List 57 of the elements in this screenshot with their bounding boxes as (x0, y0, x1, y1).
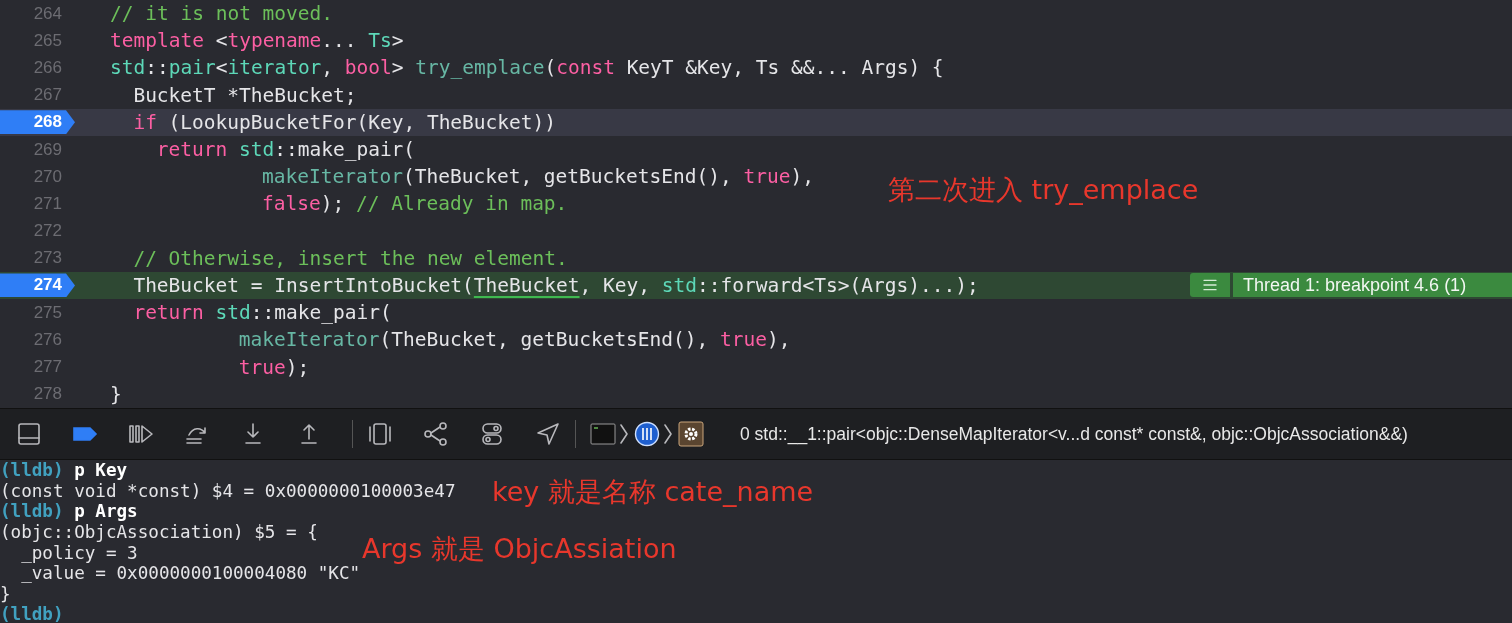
code-text: false); // Already in map. (261, 192, 568, 216)
view-hierarchy-icon[interactable] (367, 421, 393, 447)
code-text: } (110, 382, 122, 406)
chevron-icon (618, 421, 630, 447)
code-text: BucketT *TheBucket; (132, 83, 357, 107)
console-output: (objc::ObjcAssociation) $5 = { (0, 522, 318, 543)
console-output: (const void *const) $4 = 0x0000000100003e47 (0, 480, 456, 501)
line-number: 265 (32, 30, 62, 51)
code-text: if (LookupBucketFor(Key, TheBucket)) (132, 110, 557, 134)
annotation-note: 第二次进入 try_emplace (888, 173, 1199, 207)
console-output: _policy = 3 (20, 542, 138, 563)
console-command: p Args (74, 501, 138, 522)
code-text: makeIterator(TheBucket, getBucketsEnd(), true), (237, 328, 791, 352)
line-number: 270 (32, 166, 62, 187)
lldb-prompt: (lldb) (0, 460, 64, 481)
console-output: _value = 0x0000000100004080 "KC" (20, 563, 361, 584)
line-number: 269 (32, 139, 62, 160)
line-number: 268 (32, 112, 62, 133)
code-text: template <typename... Ts> (110, 29, 404, 53)
line-number: 264 (32, 3, 62, 24)
chevron-icon (662, 421, 674, 447)
line-number: 267 (32, 85, 62, 106)
line-number: 278 (32, 384, 62, 405)
gear-icon[interactable] (678, 421, 704, 447)
line-number: 272 (32, 221, 62, 242)
graph-icon[interactable] (423, 421, 449, 447)
stack-frame-label[interactable]: 0 std::__1::pair<objc::DenseMapIterator<v...d const* const&, objc::ObjcAssociation&&) (740, 423, 1408, 445)
terminal-icon[interactable] (590, 421, 616, 447)
line-number: 277 (32, 357, 62, 378)
line-number: 273 (32, 248, 62, 269)
line-number: 274 (32, 275, 62, 296)
breakpoint-marker[interactable]: 274 (0, 273, 75, 298)
location-arrow-icon[interactable] (535, 421, 561, 447)
thread-icon[interactable] (634, 421, 660, 447)
code-text: true); (237, 355, 310, 379)
annotation-note: key 就是名称 cate_name (492, 475, 814, 509)
line-number: 276 (32, 329, 62, 350)
lldb-prompt: (lldb) (0, 604, 64, 623)
line-number: 266 (32, 57, 62, 78)
panel-icon[interactable] (16, 421, 42, 447)
code-text: return std::make_pair( (155, 138, 416, 162)
code-text: // it is not moved. (110, 2, 334, 26)
code-text: std::pair<iterator, bool> try_emplace(const KeyT &Key, Ts &&... Args) { (110, 56, 944, 80)
code-text: TheBucket = InsertIntoBucket(TheBucket, Key, std::forward<Ts>(Args)...); (132, 273, 979, 297)
annotation-note: Args 就是 ObjcAssiation (362, 532, 677, 566)
thread-badge: Thread 1: breakpoint 4.6 (1) (1233, 273, 1512, 298)
code-text: return std::make_pair( (132, 301, 392, 325)
console-command: p Key (74, 460, 128, 481)
toggle-icon[interactable] (479, 421, 505, 447)
line-number: 271 (32, 193, 62, 214)
line-number: 275 (32, 302, 62, 323)
menu-icon[interactable] (1190, 273, 1230, 298)
console-output: } (0, 583, 11, 604)
code-text: // Otherwise, insert the new element. (132, 246, 568, 270)
breakpoint-marker[interactable]: 268 (0, 110, 75, 135)
lldb-prompt: (lldb) (0, 501, 64, 522)
code-text: makeIterator(TheBucket, getBucketsEnd(), true), (261, 165, 814, 189)
